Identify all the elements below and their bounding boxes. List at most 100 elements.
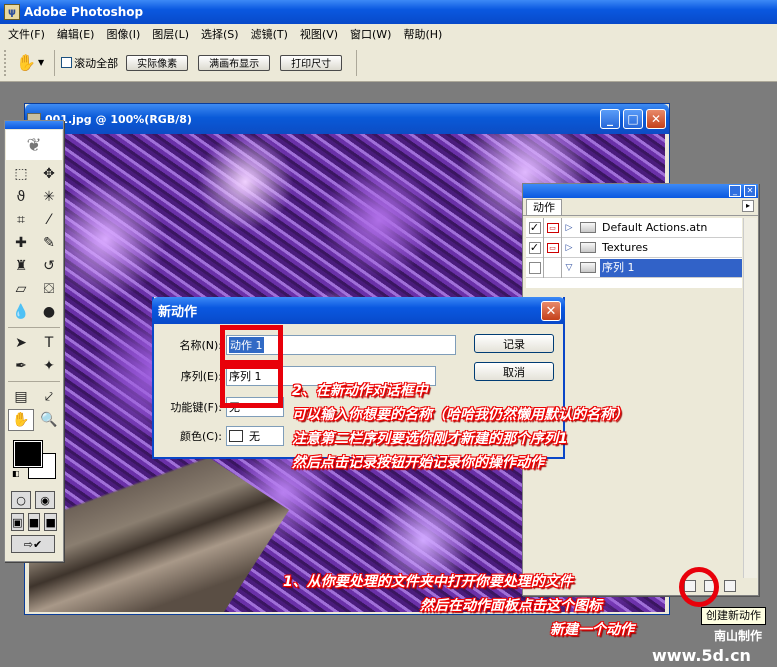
- screen-mode-full-icon[interactable]: ■: [44, 513, 58, 531]
- options-grip[interactable]: [4, 49, 8, 76]
- site-watermark: www.5d.cn: [652, 646, 751, 665]
- annotation-step1-line3: 新建一个动作: [550, 622, 634, 638]
- brush-icon[interactable]: ✎: [36, 232, 62, 254]
- check-empty-icon[interactable]: [528, 261, 541, 274]
- screen-mode-full-menu-icon[interactable]: ■: [27, 513, 41, 531]
- checkbox-icon[interactable]: [61, 57, 73, 68]
- expand-triangle-icon[interactable]: ▷: [562, 243, 576, 253]
- lasso-icon[interactable]: ϑ: [8, 186, 34, 208]
- eyedropper-icon[interactable]: ⤦: [36, 386, 62, 408]
- folder-icon: [580, 262, 596, 273]
- quick-mask-icon[interactable]: ◉: [35, 491, 55, 509]
- menu-file[interactable]: 文件(F): [2, 26, 51, 42]
- name-label: 名称(N):: [179, 339, 222, 352]
- actions-tabrow: 动作 ▸: [523, 198, 758, 216]
- action-row-default[interactable]: ✓ ▭ ▷ Default Actions.atn: [526, 217, 742, 238]
- healing-brush-icon[interactable]: ✚: [8, 232, 34, 254]
- trash-icon[interactable]: [724, 580, 736, 592]
- fkey-label: 功能键(F):: [170, 401, 222, 414]
- document-titlebar[interactable]: 001.jpg @ 100%(RGB/8): [25, 104, 669, 134]
- marquee-icon[interactable]: ⬚: [8, 163, 34, 185]
- dialog-close-button[interactable]: ✕: [541, 301, 561, 321]
- chevron-down-icon[interactable]: ▼: [38, 58, 44, 67]
- toolbox-header[interactable]: [5, 121, 63, 129]
- blur-icon[interactable]: 💧: [8, 301, 34, 323]
- menu-select[interactable]: 选择(S): [195, 26, 245, 42]
- actual-pixels-button[interactable]: 实际像素: [126, 54, 189, 71]
- action-row-set1[interactable]: ▽ 序列 1: [526, 257, 742, 278]
- slice-icon[interactable]: ⁄: [36, 209, 62, 231]
- print-size-button[interactable]: 打印尺寸: [280, 54, 343, 71]
- minimize-button[interactable]: _: [600, 109, 620, 129]
- menu-filter[interactable]: 滤镜(T): [245, 26, 294, 42]
- menu-view[interactable]: 视图(V): [294, 26, 344, 42]
- dialog-toggle-icon[interactable]: ▭: [546, 242, 559, 253]
- action-row-textures[interactable]: ✓ ▭ ▷ Textures: [526, 237, 742, 258]
- default-colors-icon[interactable]: ◧: [12, 469, 20, 478]
- photoshop-feather-icon[interactable]: ❦: [6, 130, 62, 160]
- tab-actions[interactable]: 动作: [526, 199, 562, 215]
- notes-icon[interactable]: ▤: [8, 386, 34, 408]
- set-label: 序列(E):: [180, 370, 222, 383]
- toolbox: ❦ ⬚ ✥ ϑ ✳ ⌗ ⁄ ✚ ✎ ♜ ↺ ▱ ⛋ 💧 ● ➤ T ✒ ✦ ▤ …: [4, 120, 64, 562]
- record-button[interactable]: 记录: [474, 334, 554, 353]
- close-button[interactable]: ✕: [646, 109, 666, 129]
- app-title: Adobe Photoshop: [24, 5, 144, 19]
- photoshop-feather-icon: ψ: [4, 4, 20, 20]
- panel-menu-icon[interactable]: ▸: [742, 200, 754, 212]
- panel-close-button[interactable]: ✕: [744, 185, 756, 197]
- actions-panel-header[interactable]: _ ✕: [523, 184, 758, 198]
- dodge-icon[interactable]: ●: [36, 301, 62, 323]
- menu-image[interactable]: 图像(I): [100, 26, 146, 42]
- hand-icon[interactable]: ✋: [14, 53, 38, 72]
- path-selection-icon[interactable]: ➤: [8, 332, 34, 354]
- folder-icon: [580, 222, 596, 233]
- standard-mode-icon[interactable]: ○: [11, 491, 31, 509]
- color-select[interactable]: 无: [226, 426, 284, 446]
- dialog-toggle-icon[interactable]: ▭: [546, 222, 559, 233]
- menu-edit[interactable]: 编辑(E): [51, 26, 101, 42]
- folder-icon: [580, 242, 596, 253]
- zoom-icon[interactable]: 🔍: [36, 409, 62, 431]
- color-swatch: [229, 430, 243, 442]
- crop-icon[interactable]: ⌗: [8, 209, 34, 231]
- expand-triangle-icon[interactable]: ▷: [562, 223, 576, 233]
- stamp-icon[interactable]: ♜: [8, 255, 34, 277]
- paint-bucket-icon[interactable]: ⛋: [36, 278, 62, 300]
- menu-help[interactable]: 帮助(H): [397, 26, 448, 42]
- collapse-triangle-icon[interactable]: ▽: [562, 263, 576, 273]
- color-field-row: 颜色(C): 无: [154, 426, 284, 446]
- check-icon[interactable]: ✓: [528, 221, 541, 234]
- pen-icon[interactable]: ✒: [8, 355, 34, 377]
- scroll-all-checkbox[interactable]: 滚动全部: [61, 55, 118, 71]
- magic-wand-icon[interactable]: ✳: [36, 186, 62, 208]
- panel-minimize-button[interactable]: _: [729, 185, 741, 197]
- credit-text: 南山制作: [714, 629, 763, 643]
- annotation-step2-line2: 可以输入你想要的名称（哈哈我仍然懒用默认的名称）: [292, 407, 628, 423]
- menu-window[interactable]: 窗口(W): [344, 26, 397, 42]
- app-titlebar: ψ Adobe Photoshop: [0, 0, 777, 24]
- cancel-button[interactable]: 取消: [474, 362, 554, 381]
- dialog-titlebar[interactable]: 新动作: [152, 297, 565, 324]
- move-icon[interactable]: ✥: [36, 163, 62, 185]
- check-icon[interactable]: ✓: [528, 241, 541, 254]
- document-title: 001.jpg @ 100%(RGB/8): [45, 112, 192, 126]
- maximize-button[interactable]: □: [623, 109, 643, 129]
- annotation-step1-line2: 然后在动作面板点击这个图标: [420, 598, 602, 614]
- foreground-color[interactable]: [13, 440, 43, 468]
- shape-icon[interactable]: ✦: [36, 355, 62, 377]
- annotation-step2-line4: 然后点击记录按钮开始记录你的操作动作: [292, 455, 544, 471]
- fit-screen-button[interactable]: 满画布显示: [198, 54, 271, 71]
- type-icon[interactable]: T: [36, 332, 62, 354]
- jump-to-imageready: ⇨✔: [5, 533, 63, 555]
- history-brush-icon[interactable]: ↺: [36, 255, 62, 277]
- annotation-step1-line1: 1、从你要处理的文件夹中打开你要处理的文件: [283, 574, 573, 590]
- options-bar: ✋ ▼ 滚动全部 实际像素 满画布显示 打印尺寸: [0, 44, 777, 82]
- screen-mode-standard-icon[interactable]: ▣: [11, 513, 24, 531]
- imageready-icon[interactable]: ⇨✔: [11, 535, 55, 553]
- actions-scrollbar[interactable]: [743, 218, 757, 578]
- eraser-icon[interactable]: ▱: [8, 278, 34, 300]
- menu-layer[interactable]: 图层(L): [146, 26, 195, 42]
- hand-icon[interactable]: ✋: [8, 409, 34, 431]
- tooltip-create-new-action: 创建新动作: [701, 607, 766, 625]
